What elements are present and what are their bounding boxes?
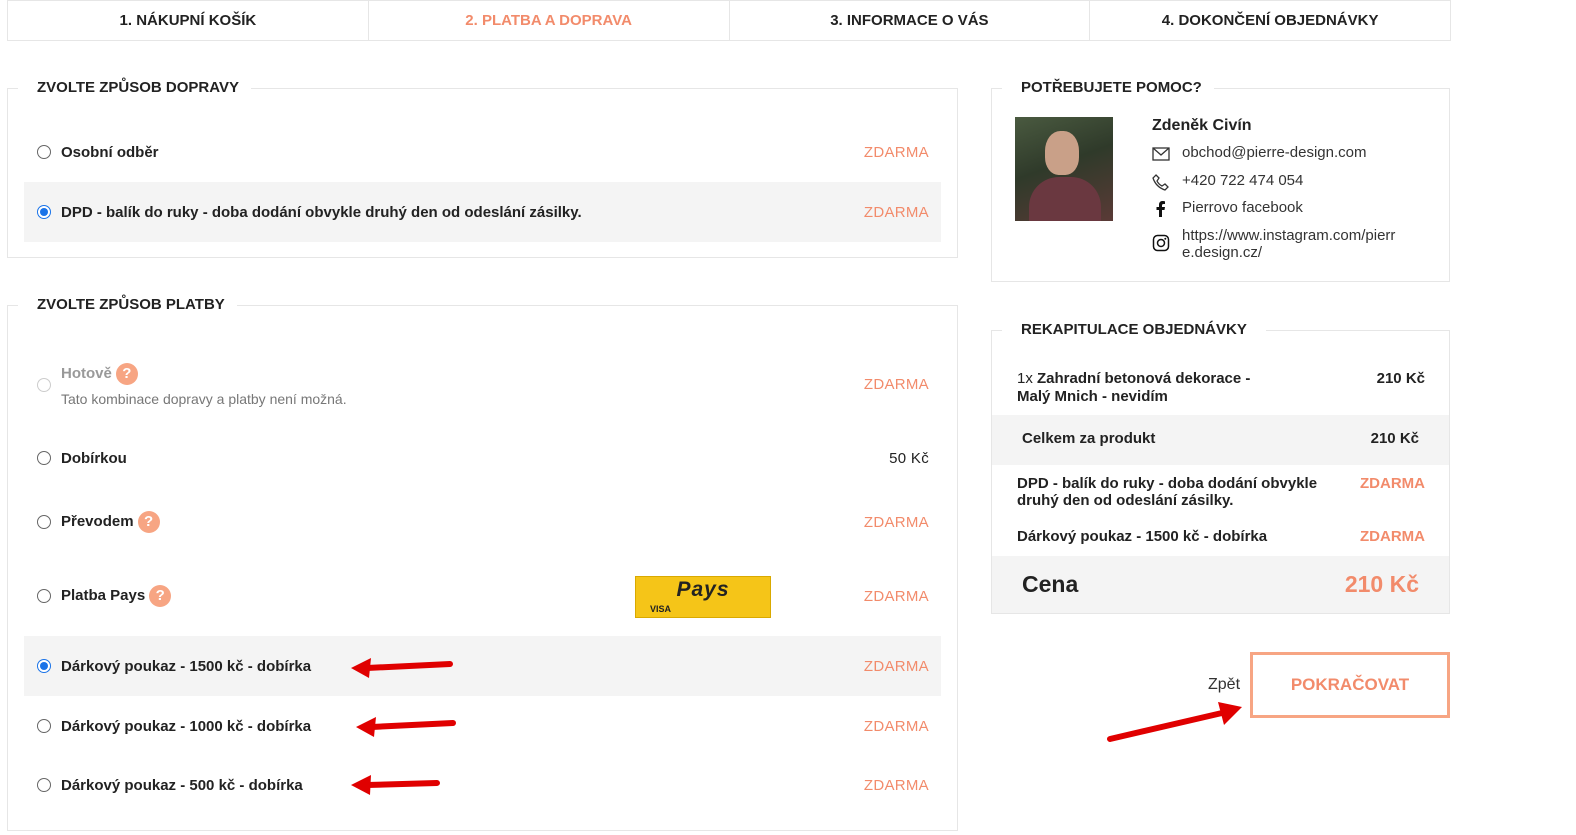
step-finish: 4. DOKONČENÍ OBJEDNÁVKY xyxy=(1161,12,1379,29)
contact-facebook[interactable]: Pierrovo facebook xyxy=(1152,199,1303,218)
shipping-label: DPD - balík do ruky - doba dodání obvykl… xyxy=(1017,475,1318,509)
instagram-text: https://www.instagram.com/pierre.design.… xyxy=(1182,227,1396,261)
help-icon[interactable]: ? xyxy=(137,511,160,533)
radio-transfer[interactable] xyxy=(37,515,51,529)
payment-option-cash: Hotově? Tato kombinace dopravy a platby … xyxy=(24,345,941,425)
option-label: Hotově? xyxy=(61,363,138,385)
phone-text: +420 722 474 054 xyxy=(1182,172,1304,189)
summary-payment: Dárkový poukaz - 1500 kč - dobírka ZDARM… xyxy=(992,520,1449,556)
option-label: Dárkový poukaz - 1000 kč - dobírka xyxy=(61,717,312,735)
order-summary: REKAPITULACE OBJEDNÁVKY 1x Zahradní beto… xyxy=(991,321,1450,614)
step-info: 3. INFORMACE O VÁS xyxy=(730,1,1091,40)
radio-voucher-1000[interactable] xyxy=(37,719,51,733)
step-payment-shipping[interactable]: 2. PLATBA A DOPRAVA xyxy=(369,1,730,40)
option-price: ZDARMA xyxy=(863,376,929,393)
subtotal-value: 210 Kč xyxy=(1370,430,1419,447)
annotation-arrow-icon xyxy=(356,717,456,737)
radio-dpd[interactable] xyxy=(37,205,51,219)
total-label: Cena xyxy=(1022,571,1079,597)
shipping-title: ZVOLTE ZPŮSOB DOPRAVY xyxy=(25,79,251,96)
shipping-option-pickup[interactable]: Osobní odběr ZDARMA xyxy=(24,122,941,182)
option-label: Dobírkou xyxy=(61,449,127,467)
radio-pickup[interactable] xyxy=(37,145,51,159)
option-price: ZDARMA xyxy=(863,657,929,675)
shipping-section: ZVOLTE ZPŮSOB DOPRAVY Osobní odběr ZDARM… xyxy=(7,79,958,258)
shipping-option-dpd[interactable]: DPD - balík do ruky - doba dodání obvykl… xyxy=(24,182,941,242)
payment-option-pays[interactable]: Platba Pays? Pays VISA ZDARMA xyxy=(24,563,941,629)
payment-option-cod[interactable]: Dobírkou 50 Kč xyxy=(24,428,941,488)
annotation-arrow-icon xyxy=(351,775,440,795)
payment-option-voucher-1000[interactable]: Dárkový poukaz - 1000 kč - dobírka ZDARM… xyxy=(24,696,941,756)
option-price: ZDARMA xyxy=(863,717,929,735)
radio-cash xyxy=(37,378,51,392)
payment-section: ZVOLTE ZPŮSOB PLATBY Hotově? Tato kombin… xyxy=(7,296,958,831)
option-label: Platba Pays? xyxy=(61,585,172,607)
radio-pays[interactable] xyxy=(37,589,51,603)
radio-voucher-1500[interactable] xyxy=(37,659,51,673)
pays-logo: Pays VISA xyxy=(635,576,771,618)
contact-instagram[interactable]: https://www.instagram.com/pierre.design.… xyxy=(1152,227,1407,261)
payment-option-voucher-500[interactable]: Dárkový poukaz - 500 kč - dobírka ZDARMA xyxy=(24,755,941,815)
pays-logo-text: Pays xyxy=(676,578,730,601)
annotation-arrow-icon xyxy=(351,658,453,678)
summary-shipping: DPD - balík do ruky - doba dodání obvykl… xyxy=(992,465,1449,520)
payment-value: ZDARMA xyxy=(1360,528,1425,545)
item-price: 210 Kč xyxy=(1376,370,1425,387)
payment-option-transfer[interactable]: Převodem? ZDARMA xyxy=(24,491,941,553)
option-label: Dárkový poukaz - 1500 kč - dobírka xyxy=(61,657,312,675)
option-price: ZDARMA xyxy=(863,776,929,794)
back-link[interactable]: Zpět xyxy=(1208,676,1240,694)
help-title: POTŘEBUJETE POMOC? xyxy=(1009,79,1214,96)
contact-phone[interactable]: +420 722 474 054 xyxy=(1152,172,1303,191)
subtotal-label: Celkem za produkt xyxy=(1022,430,1156,447)
summary-subtotal: Celkem za produkt 210 Kč xyxy=(992,415,1449,465)
summary-item: 1x Zahradní betonová dekorace - Malý Mni… xyxy=(992,360,1449,415)
option-label: DPD - balík do ruky - doba dodání obvykl… xyxy=(61,203,582,221)
option-label: Osobní odběr xyxy=(61,143,159,161)
email-text: obchod@pierre-design.com xyxy=(1182,144,1367,161)
step-cart[interactable]: 1. NÁKUPNÍ KOŠÍK xyxy=(8,1,369,40)
facebook-text: Pierrovo facebook xyxy=(1182,199,1303,216)
contact-email[interactable]: obchod@pierre-design.com xyxy=(1152,144,1367,163)
help-icon[interactable]: ? xyxy=(115,363,138,385)
option-price: ZDARMA xyxy=(863,587,929,605)
help-icon[interactable]: ? xyxy=(149,585,172,607)
instagram-icon xyxy=(1152,234,1170,252)
avatar xyxy=(1015,117,1113,221)
continue-button[interactable]: POKRAČOVAT xyxy=(1250,652,1450,718)
option-price: ZDARMA xyxy=(863,203,929,221)
phone-icon xyxy=(1152,174,1169,191)
contact-name: Zdeněk Civín xyxy=(1152,117,1252,134)
item-qty: 1x xyxy=(1017,370,1033,387)
payment-title: ZVOLTE ZPŮSOB PLATBY xyxy=(25,296,237,313)
option-label: Dárkový poukaz - 500 kč - dobírka xyxy=(61,776,303,794)
option-price: ZDARMA xyxy=(863,143,929,161)
radio-cod[interactable] xyxy=(37,451,51,465)
shipping-value: ZDARMA xyxy=(1360,475,1425,492)
mail-icon xyxy=(1152,147,1170,161)
item-name: Zahradní betonová dekorace - Malý Mnich … xyxy=(1017,370,1251,405)
annotation-arrow-icon xyxy=(1107,702,1242,742)
summary-title: REKAPITULACE OBJEDNÁVKY xyxy=(1009,321,1259,338)
help-section: POTŘEBUJETE POMOC? Zdeněk Civín obchod@p… xyxy=(991,79,1450,282)
payment-option-voucher-1500[interactable]: Dárkový poukaz - 1500 kč - dobírka ZDARM… xyxy=(24,636,941,696)
option-note: Tato kombinace dopravy a platby není mož… xyxy=(61,391,347,407)
option-price: ZDARMA xyxy=(863,513,929,531)
facebook-icon xyxy=(1156,201,1165,217)
payment-label: Dárkový poukaz - 1500 kč - dobírka xyxy=(1017,528,1268,545)
radio-voucher-500[interactable] xyxy=(37,778,51,792)
checkout-steps: 1. NÁKUPNÍ KOŠÍK 2. PLATBA A DOPRAVA 3. … xyxy=(7,0,1451,41)
option-label: Převodem? xyxy=(61,511,160,533)
option-price: 50 Kč xyxy=(889,449,929,467)
pays-logo-cards: VISA xyxy=(650,604,672,614)
total-value: 210 Kč xyxy=(1344,571,1419,597)
summary-total: Cena 210 Kč xyxy=(992,556,1449,613)
